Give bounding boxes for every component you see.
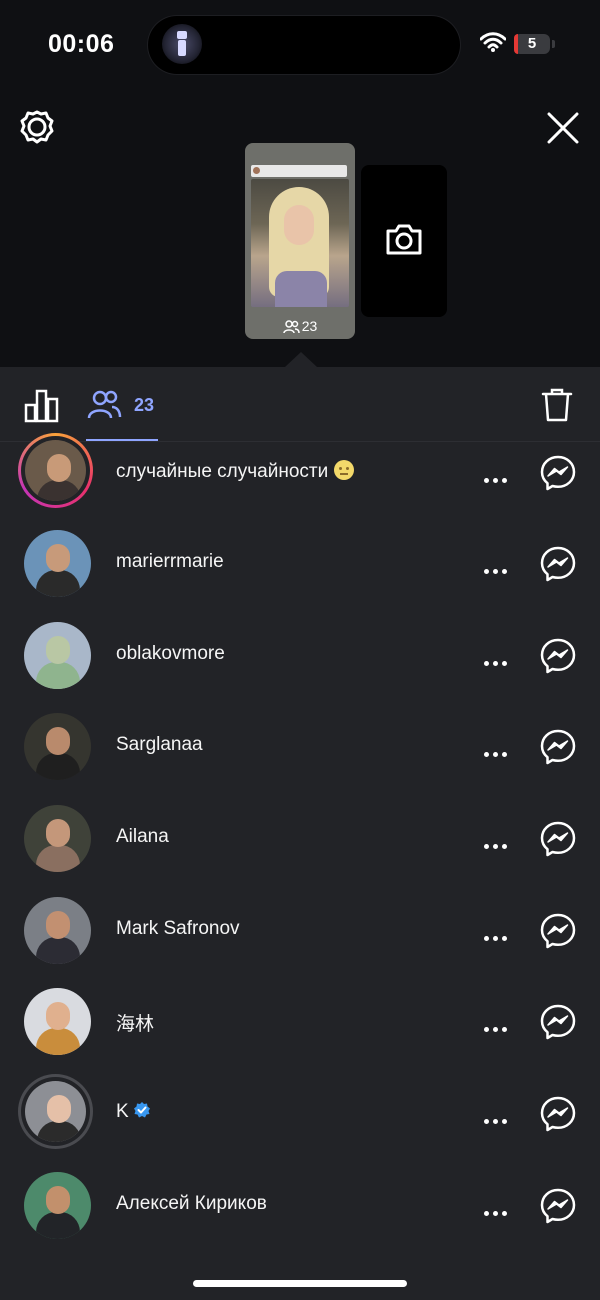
viewer-username: случайные случайности [116, 460, 355, 483]
story-viewer-count: 23 [245, 317, 355, 335]
viewer-row[interactable]: 海林 [0, 976, 600, 1066]
avatar[interactable] [24, 530, 91, 597]
avatar[interactable] [25, 440, 86, 501]
messenger-icon[interactable] [540, 913, 576, 949]
messenger-icon[interactable] [540, 1004, 576, 1040]
story-viewer-count-number: 23 [301, 318, 318, 334]
more-options-icon[interactable] [484, 836, 511, 854]
viewer-row[interactable]: Sarglanaa [0, 701, 600, 791]
home-indicator[interactable] [193, 1280, 407, 1287]
messenger-icon[interactable] [540, 1188, 576, 1224]
messenger-icon[interactable] [540, 821, 576, 857]
more-options-icon[interactable] [484, 928, 511, 946]
settings-gear-icon[interactable] [19, 109, 55, 145]
messenger-icon[interactable] [540, 455, 576, 491]
battery-level: 5 [527, 35, 537, 52]
frowning-face-emoji-icon [334, 460, 355, 480]
avatar[interactable] [24, 805, 91, 872]
viewer-row[interactable]: случайные случайности [0, 427, 600, 517]
more-options-icon[interactable] [484, 470, 511, 488]
more-options-icon[interactable] [484, 561, 511, 579]
viewers-sheet: 23 случайные случайности marierrmarie obla… [0, 367, 600, 1300]
viewer-username-text: 海林 [116, 1014, 155, 1035]
messenger-icon[interactable] [540, 729, 576, 765]
camera-icon [386, 224, 422, 255]
insights-bar-chart-icon[interactable] [24, 387, 60, 423]
messenger-icon[interactable] [540, 1096, 576, 1132]
shared-post-header [251, 165, 347, 177]
story-thumbnail[interactable]: 23 [245, 143, 355, 339]
messenger-icon[interactable] [540, 546, 576, 582]
viewer-username-text: случайные случайности [116, 461, 329, 482]
trash-icon[interactable] [541, 387, 573, 423]
viewer-username-text: Mark Safronov [116, 918, 240, 939]
battery-indicator: 5 [514, 34, 555, 54]
viewers-icon [282, 320, 300, 334]
viewer-row[interactable]: K [0, 1068, 600, 1158]
viewer-username: K [116, 1101, 151, 1123]
story-preview-area: 00:06 5 23 [0, 0, 600, 367]
viewer-username-text: K [116, 1101, 129, 1122]
add-story-camera-card[interactable] [361, 165, 447, 317]
avatar[interactable] [24, 622, 91, 689]
viewer-row[interactable]: Алексей Кириков [0, 1160, 600, 1250]
story-photo [251, 179, 349, 307]
viewer-row[interactable]: oblakovmore [0, 610, 600, 700]
viewer-username: Sarglanaa [116, 734, 203, 756]
more-options-icon[interactable] [484, 1111, 511, 1129]
viewer-username-text: Sarglanaa [116, 734, 203, 755]
viewer-username: Алексей Кириков [116, 1193, 267, 1215]
viewers-icon [87, 390, 122, 419]
verified-badge-icon [133, 1102, 150, 1118]
avatar[interactable] [24, 988, 91, 1055]
avatar[interactable] [24, 897, 91, 964]
more-options-icon[interactable] [484, 744, 511, 762]
viewer-row[interactable]: Ailana [0, 793, 600, 883]
close-icon[interactable] [545, 110, 581, 146]
viewer-username-text: marierrmarie [116, 551, 224, 572]
more-options-icon[interactable] [484, 1203, 511, 1221]
avatar[interactable] [25, 1081, 86, 1142]
wifi-icon [480, 32, 506, 52]
dynamic-island [148, 16, 460, 74]
viewer-username-text: Алексей Кириков [116, 1193, 267, 1214]
viewer-row[interactable]: marierrmarie [0, 518, 600, 608]
viewer-username: marierrmarie [116, 551, 224, 573]
viewer-row[interactable]: Mark Safronov [0, 885, 600, 975]
viewer-username: 海林 [116, 1009, 154, 1036]
avatar[interactable] [24, 1172, 91, 1239]
viewer-username-text: oblakovmore [116, 643, 225, 664]
viewer-username: oblakovmore [116, 643, 225, 665]
more-options-icon[interactable] [484, 653, 511, 671]
selected-story-pointer [285, 352, 317, 367]
messenger-icon[interactable] [540, 638, 576, 674]
viewers-tab-count: 23 [134, 395, 155, 415]
viewer-username: Mark Safronov [116, 918, 240, 940]
flashlight-icon [162, 24, 202, 64]
more-options-icon[interactable] [484, 1019, 511, 1037]
avatar[interactable] [24, 713, 91, 780]
status-time: 00:06 [48, 30, 115, 58]
viewer-username-text: Ailana [116, 826, 169, 847]
viewer-username: Ailana [116, 826, 169, 848]
